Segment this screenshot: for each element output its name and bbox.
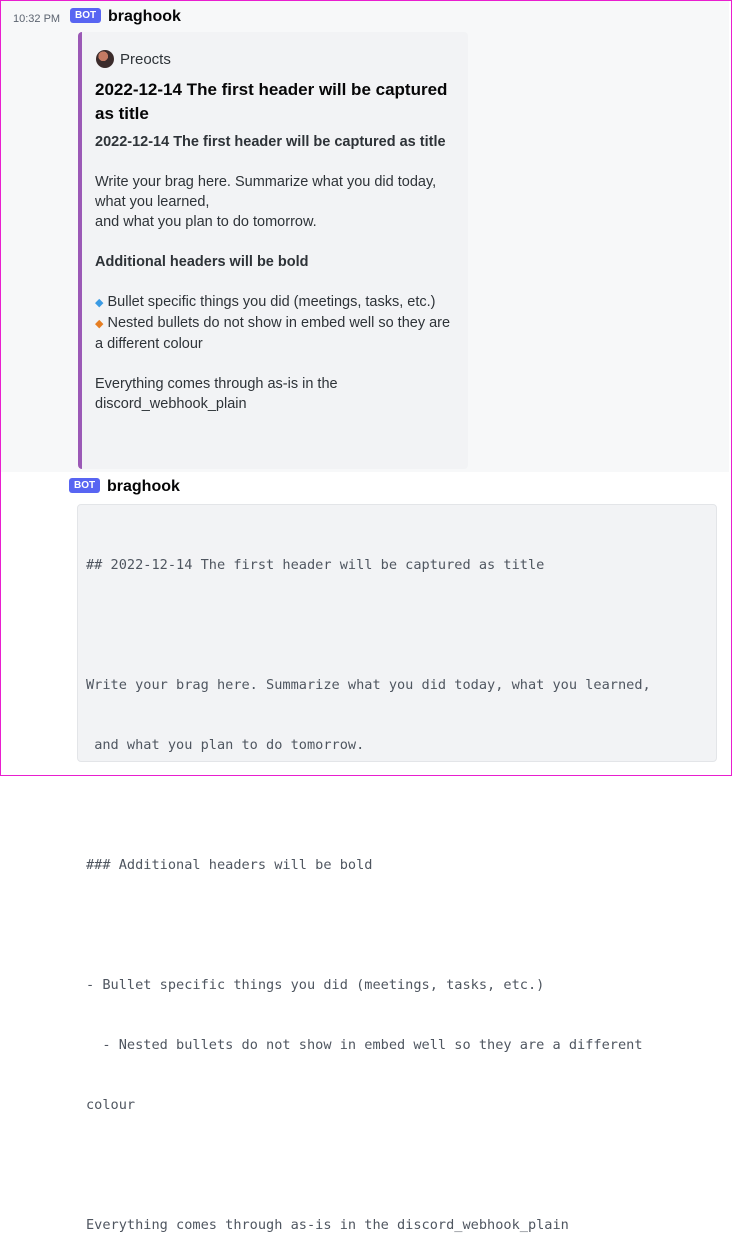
embed-author[interactable]: Preocts (96, 50, 171, 68)
username[interactable]: braghook (107, 478, 180, 496)
code-line: Write your brag here. Summarize what you… (86, 677, 651, 693)
code-line: ## 2022-12-14 The first header will be c… (86, 557, 545, 573)
code-line: Everything comes through as-is in the di… (86, 1217, 569, 1233)
message-timestamp: 10:32 PM (13, 13, 61, 25)
embed-outro: Everything comes through as-is in the di… (95, 376, 338, 412)
bot-tag: BOT (69, 478, 101, 493)
embed-subheader: 2022-12-14 The first header will be capt… (95, 134, 446, 150)
embed-bullet-2: Nested bullets do not show in embed well… (95, 315, 451, 352)
username[interactable]: braghook (108, 8, 181, 26)
blue-diamond-icon: ◆ (95, 297, 104, 309)
embed-intro-line-2: and what you plan to do tomorrow. (95, 214, 317, 230)
avatar-icon (96, 50, 114, 68)
embed-bullet-1: Bullet specific things you did (meetings… (107, 294, 436, 310)
embed-header-2: Additional headers will be bold (95, 254, 309, 270)
code-line: and what you plan to do tomorrow. (86, 737, 365, 753)
code-block[interactable]: ## 2022-12-14 The first header will be c… (77, 504, 717, 1233)
embed-title: 2022-12-14 The first header will be capt… (95, 80, 448, 123)
embed: Preocts 2022-12-14 The first header will… (78, 32, 468, 469)
embed-intro-line-1: Write your brag here. Summarize what you… (95, 174, 437, 210)
embed-description: 2022-12-14 The first header will be capt… (95, 132, 457, 414)
code-line: - Nested bullets do not show in embed we… (86, 1037, 643, 1053)
embed-author-name: Preocts (120, 50, 171, 68)
code-line: ### Additional headers will be bold (86, 857, 373, 873)
bot-tag: BOT (70, 8, 102, 23)
code-line: - Bullet specific things you did (meetin… (86, 977, 545, 993)
orange-diamond-icon: ◆ (95, 318, 104, 330)
code-line: colour (86, 1097, 136, 1113)
message-1: 10:32 PM BOT braghook Preocts 2022-12-14… (1, 1, 729, 472)
